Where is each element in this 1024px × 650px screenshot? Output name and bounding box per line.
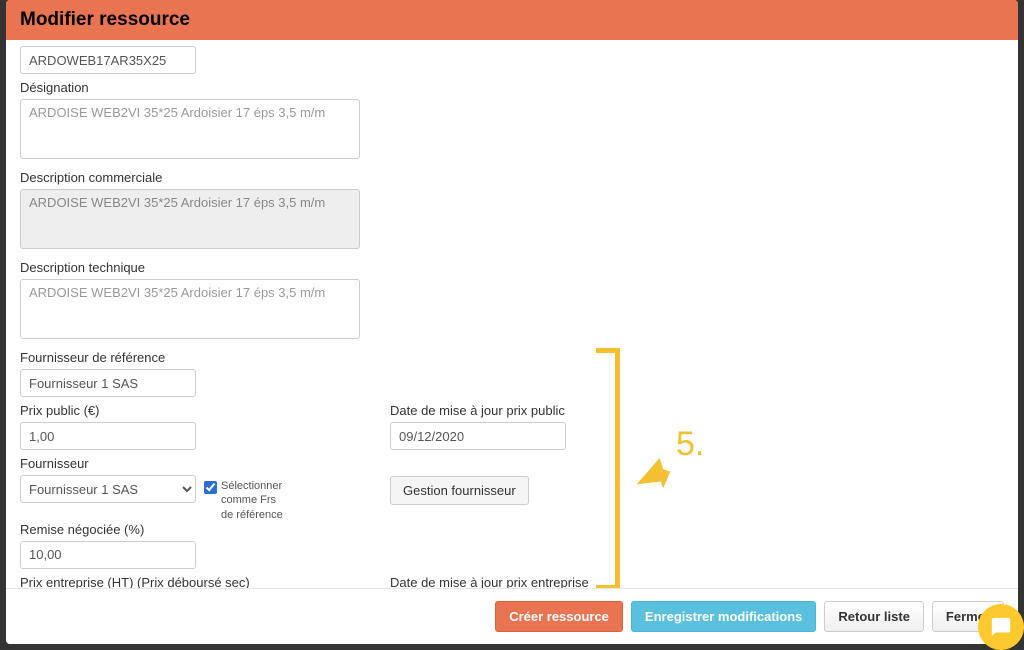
prix-public-input[interactable] [20,422,196,450]
ref-checkbox[interactable] [204,481,217,494]
date-maj-public-input[interactable] [390,422,566,450]
fournisseur-select[interactable]: Fournisseur 1 SAS [20,475,196,503]
desc-tech-input[interactable] [20,279,360,339]
chat-bubble-icon[interactable] [978,604,1024,650]
date-maj-entreprise-label: Date de mise à jour prix entreprise [390,575,589,588]
code-input[interactable] [20,46,196,74]
checkbox-text-3: de référence [221,509,283,521]
annotation-bracket [596,348,620,588]
desc-tech-label: Description technique [20,260,1004,275]
remise-label: Remise négociée (%) [20,522,1004,537]
return-list-button[interactable]: Retour liste [824,601,924,632]
designation-input[interactable] [20,99,360,159]
gestion-fournisseur-button[interactable]: Gestion fournisseur [390,476,529,505]
fournisseur-ref-input[interactable] [20,369,196,397]
edit-resource-modal: Modifier ressource Désignation Descripti… [6,0,1018,644]
fournisseur-ref-label: Fournisseur de référence [20,350,1004,365]
annotation-number: 5. [676,425,704,464]
fournisseur-label: Fournisseur [20,456,360,471]
save-modifications-button[interactable]: Enregistrer modifications [631,601,816,632]
ref-checkbox-wrap: Sélectionner comme Frs de référence [204,479,283,522]
checkbox-text-2: comme Frs [221,494,276,506]
prix-entreprise-label: Prix entreprise (HT) (Prix déboursé sec) [20,575,360,588]
modal-title: Modifier ressource [20,9,1004,31]
checkbox-text-1: Sélectionner [221,480,282,492]
modal-body: Désignation Description commerciale Desc… [6,40,1018,588]
modal-header: Modifier ressource [6,0,1018,40]
remise-input[interactable] [20,541,196,569]
designation-label: Désignation [20,80,1004,95]
desc-com-input [20,189,360,249]
modal-footer: Créer ressource Enregistrer modification… [6,588,1018,644]
desc-com-label: Description commerciale [20,170,1004,185]
create-resource-button[interactable]: Créer ressource [495,601,623,632]
date-maj-public-label: Date de mise à jour prix public [390,403,566,418]
prix-public-label: Prix public (€) [20,403,360,418]
